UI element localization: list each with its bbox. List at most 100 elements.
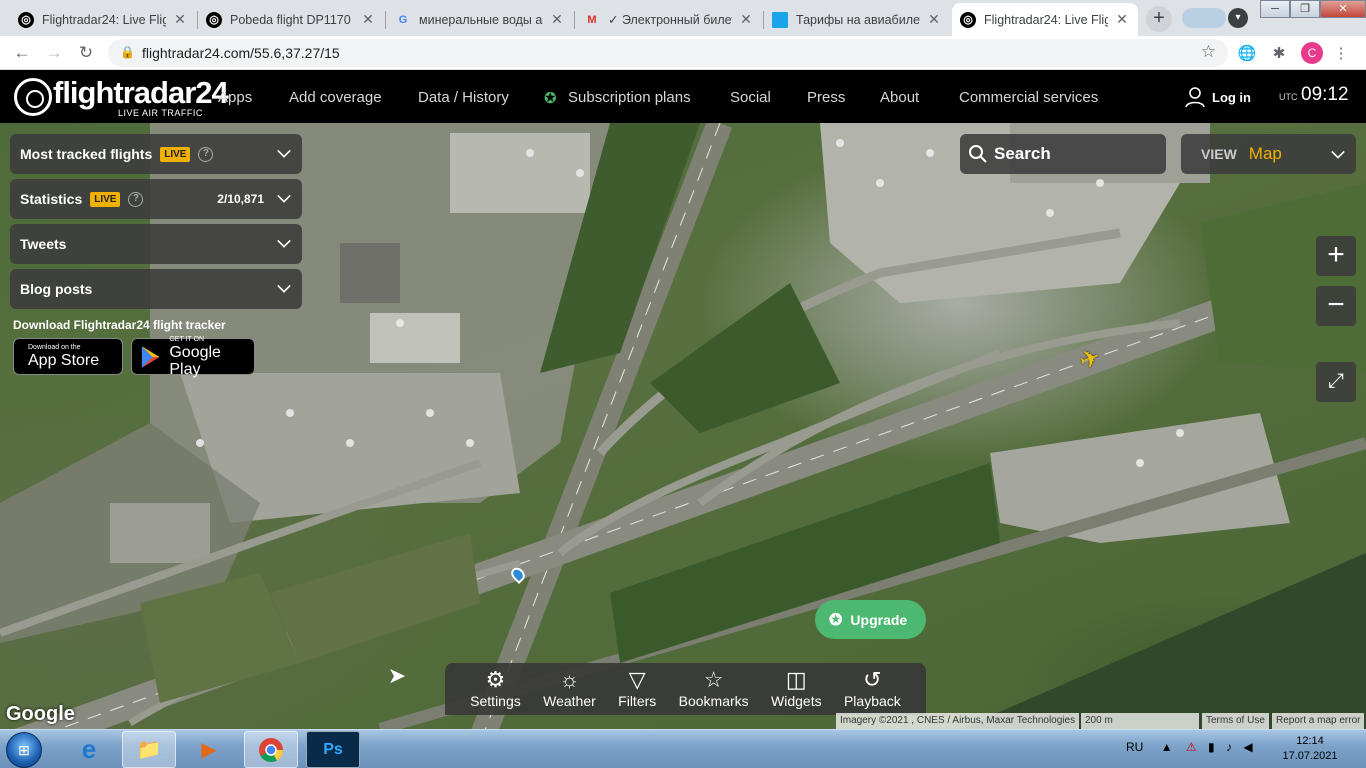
nav-data-history[interactable]: Data / History	[418, 89, 509, 106]
radar-logo-icon	[14, 78, 52, 116]
maximize-button[interactable]: ❐	[1290, 0, 1320, 18]
browser-tab-0[interactable]: ◎ Flightradar24: Live Fligh ✕	[10, 3, 196, 36]
settings-button[interactable]: ⚙ Settings	[470, 663, 521, 715]
media-player-icon[interactable]: ▶	[182, 731, 236, 768]
app-store-button[interactable]: Download on the App Store	[13, 338, 123, 375]
browser-tab-1[interactable]: ◎ Pobeda flight DP1170 - ✕	[198, 3, 384, 36]
fr24-logo[interactable]: flightradar24 LIVE AIR TRAFFIC	[14, 76, 229, 118]
language-indicator[interactable]: RU	[1126, 740, 1143, 754]
live-badge: LIVE	[160, 146, 191, 162]
bookmarks-button[interactable]: ☆ Bookmarks	[679, 663, 749, 715]
fr24-icon: ◎	[960, 11, 976, 28]
taskbar-clock[interactable]: 12:14 17.07.2021	[1280, 734, 1340, 764]
live-badge: LIVE	[90, 191, 121, 207]
extensions-puzzle-icon[interactable]: ✱	[1268, 43, 1290, 65]
close-tab-icon[interactable]: ✕	[172, 11, 188, 28]
bookmark-star-icon[interactable]: ☆	[1201, 42, 1216, 62]
globe-extension-icon[interactable]: 🌐	[1236, 43, 1258, 65]
close-tab-icon[interactable]: ✕	[738, 11, 754, 28]
nav-commercial-services[interactable]: Commercial services	[959, 89, 1098, 106]
network-warning-icon[interactable]: ⚠	[1186, 740, 1197, 754]
zoom-in-button[interactable]: +	[1316, 236, 1356, 276]
gear-icon: ⚙	[485, 667, 506, 692]
chevron-down-icon[interactable]	[277, 234, 291, 248]
explorer-folder-icon[interactable]: 📁	[122, 731, 176, 768]
forward-icon[interactable]: →	[42, 41, 66, 65]
subscription-badge-icon: ✪	[544, 90, 557, 107]
nav-about[interactable]: About	[880, 89, 919, 106]
omnibox[interactable]: 🔒 flightradar24.com/55.6,37.27/15 ☆	[108, 39, 1228, 67]
speaker-icon[interactable]: ◀	[1243, 740, 1252, 754]
help-icon[interactable]: ?	[198, 146, 214, 162]
panel-statistics[interactable]: Statistics LIVE ? 2/10,871	[10, 179, 302, 219]
locate-me-icon[interactable]: ➤	[380, 663, 414, 699]
panel-tweets[interactable]: Tweets	[10, 224, 302, 264]
weather-icon: ☼	[559, 667, 580, 692]
upgrade-button[interactable]: ✪ Upgrade	[815, 600, 926, 639]
profile-avatar[interactable]: C	[1301, 42, 1323, 64]
search-icon	[969, 145, 987, 163]
browser-tab-4[interactable]: Тарифы на авиабилеты ✕	[764, 3, 950, 36]
filters-button[interactable]: ▽ Filters	[618, 663, 656, 715]
panel-most-tracked-flights[interactable]: Most tracked flights LIVE ?	[10, 134, 302, 174]
chevron-down-icon[interactable]	[277, 279, 291, 293]
login-button[interactable]: Log in	[1184, 86, 1251, 108]
new-tab-button[interactable]: +	[1146, 6, 1172, 32]
back-icon[interactable]: ←	[10, 41, 34, 65]
google-icon: G	[398, 13, 408, 26]
url-text[interactable]: flightradar24.com/55.6,37.27/15	[142, 45, 340, 61]
widgets-button[interactable]: ◫ Widgets	[771, 663, 822, 715]
panel-blog-posts[interactable]: Blog posts	[10, 269, 302, 309]
close-tab-icon[interactable]: ✕	[360, 11, 376, 28]
browser-tab-2[interactable]: G минеральные воды аэ ✕	[387, 3, 573, 36]
close-tab-icon[interactable]: ✕	[926, 11, 942, 28]
photoshop-icon[interactable]: Ps	[306, 731, 360, 768]
reload-icon[interactable]: ↻	[74, 41, 98, 65]
tray-expand-icon[interactable]: ▲	[1161, 740, 1173, 754]
statistics-count: 2/10,871	[217, 192, 264, 206]
view-selector[interactable]: VIEW Map	[1181, 134, 1356, 174]
browser-tab-5-active[interactable]: ◎ Flightradar24: Live Fligh ✕	[952, 3, 1138, 36]
fullscreen-icon[interactable]: ⤢	[1316, 362, 1356, 402]
satellite-map[interactable]: ✈ Most tracked flights LIVE ? Statistics…	[0, 123, 1366, 729]
google-logo: Google	[6, 703, 75, 725]
tab-strip: ◎ Flightradar24: Live Fligh ✕ ◎ Pobeda f…	[0, 0, 1366, 36]
nav-press[interactable]: Press	[807, 89, 845, 106]
chevron-down-icon[interactable]	[277, 144, 291, 158]
google-play-button[interactable]: GET IT ON Google Play	[131, 336, 255, 378]
close-window-button[interactable]: ✕	[1320, 0, 1366, 18]
window-controls: ─ ❐ ✕	[1260, 0, 1366, 20]
nav-apps[interactable]: Apps	[218, 89, 252, 106]
system-tray: RU ▲ ⚠ ▮ ♪ ◀	[1126, 740, 1253, 754]
terms-link[interactable]: Terms of Use	[1202, 713, 1269, 729]
weather-button[interactable]: ☼ Weather	[543, 663, 596, 715]
close-tab-icon[interactable]: ✕	[1114, 11, 1130, 28]
browser-tab-3[interactable]: M ✓ Электронный билет ✕	[576, 3, 762, 36]
search-box[interactable]: Search	[960, 134, 1166, 174]
download-label: Download Flightradar24 flight tracker	[13, 318, 226, 332]
chrome-menu-icon[interactable]: ⋮	[1330, 43, 1352, 65]
volume-icon[interactable]: ♪	[1226, 740, 1232, 754]
utc-label: UTC	[1279, 92, 1298, 102]
report-map-error-link[interactable]: Report a map error	[1272, 713, 1365, 729]
star-icon: ☆	[703, 667, 724, 692]
start-button[interactable]: ⊞	[6, 732, 42, 768]
lock-icon[interactable]: 🔒	[120, 45, 135, 59]
close-tab-icon[interactable]: ✕	[549, 11, 565, 28]
playback-button[interactable]: ↺ Playback	[844, 663, 901, 715]
nav-social[interactable]: Social	[730, 89, 771, 106]
chevron-down-icon[interactable]	[1331, 145, 1345, 159]
signal-icon[interactable]: ▮	[1208, 740, 1215, 754]
nav-subscription-plans[interactable]: Subscription plans	[568, 89, 691, 106]
tab-search-icon[interactable]: ▾	[1228, 8, 1248, 28]
scale-bar: 200 m	[1081, 713, 1199, 729]
zoom-out-button[interactable]: −	[1316, 286, 1356, 326]
help-icon[interactable]: ?	[128, 191, 144, 207]
windows-taskbar: ⊞ e 📁 ▶ Ps RU ▲ ⚠ ▮ ♪ ◀ 12:14 17.07.2021	[0, 729, 1366, 768]
minimize-button[interactable]: ─	[1260, 0, 1290, 18]
chrome-taskbar-icon[interactable]	[244, 731, 298, 768]
chevron-down-icon[interactable]	[277, 189, 291, 203]
widgets-icon: ◫	[785, 667, 807, 692]
internet-explorer-icon[interactable]: e	[62, 731, 116, 768]
nav-add-coverage[interactable]: Add coverage	[289, 89, 382, 106]
